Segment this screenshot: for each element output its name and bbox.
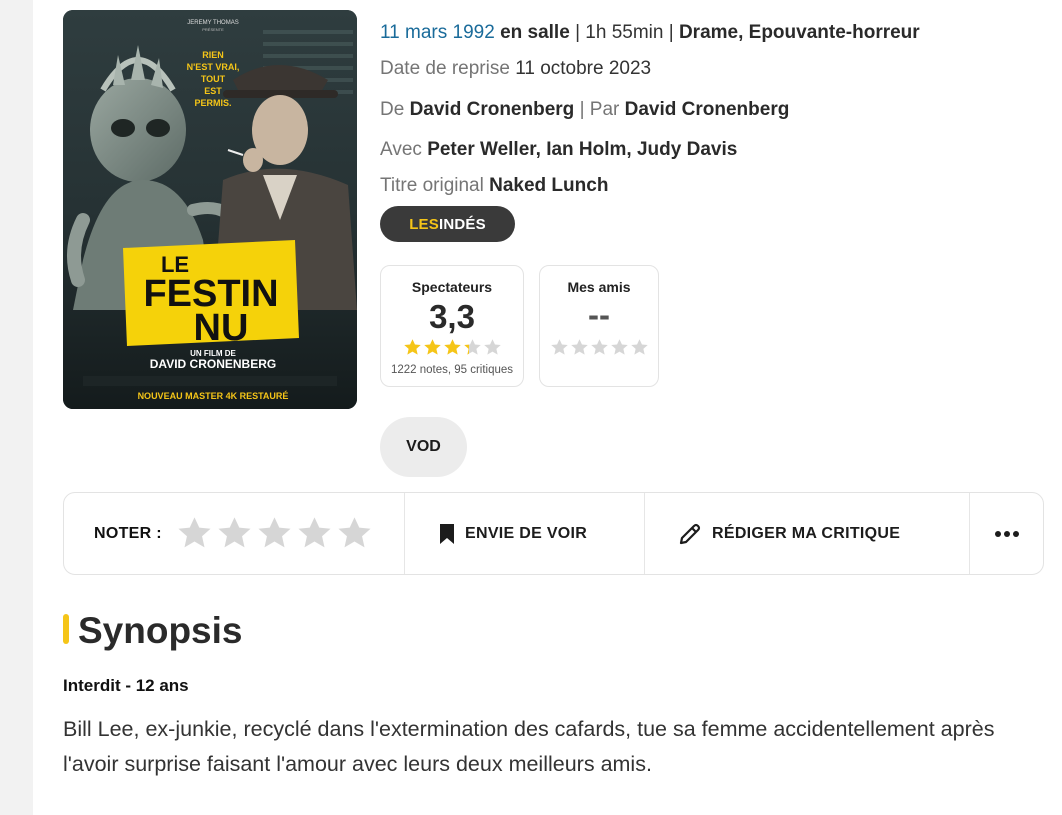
watchlist-button[interactable]: ENVIE DE VOIR [439,493,587,574]
poster-artwork: RIEN N'EST VRAI, TOUT EST PERMIS. JEREMY… [63,10,357,409]
poster-tagline-2: N'EST VRAI, [187,62,240,72]
write-review-button[interactable]: RÉDIGER MA CRITIQUE [678,493,900,574]
spectators-rating-card[interactable]: Spectateurs 3,3 1222 notes, 95 critiques [380,265,524,387]
poster-tagline-3: TOUT [201,74,226,84]
synopsis-accent-bar [63,614,69,644]
star-icon [550,339,568,355]
star-icon[interactable] [216,515,253,552]
rate-label: NOTER : [94,524,162,542]
director-link[interactable]: David Cronenberg [410,99,575,120]
separator: | [668,22,674,43]
release-context: en salle [500,22,570,43]
poster-tagline-4: EST [204,86,222,96]
credits-line: De David Cronenberg | Par David Cronenbe… [380,99,789,121]
more-dots-icon [995,530,1019,537]
poster-tagline-5: PERMIS. [194,98,231,108]
poster-top-credit: JEREMY THOMAS [187,20,238,26]
write-review-label: RÉDIGER MA CRITIQUE [712,524,901,542]
spectators-rating-title: Spectateurs [411,279,493,295]
star-icon [443,339,461,355]
cast-member-link[interactable]: Peter Weller [427,139,535,160]
cast-member-link[interactable]: Judy Davis [637,139,737,160]
vod-button[interactable]: VOD [380,417,467,477]
star-icon [403,339,421,355]
reissue-label: Date de reprise [380,58,510,79]
pencil-icon [679,523,701,544]
star-icon [590,339,608,355]
writer-prefix: Par [589,99,620,120]
spectators-rating-value: 3,3 [429,298,475,335]
star-icon [630,339,648,355]
star-icon[interactable] [256,515,293,552]
duration: 1h 55min [585,22,664,43]
original-title-label: Titre original [380,175,484,196]
separator: | [579,99,585,120]
cast-line: Avec Peter Weller, Ian Holm, Judy Davis [380,139,738,160]
friends-rating-title: Mes amis [567,279,631,295]
distributor-part1: LES [409,215,439,233]
star-icon[interactable] [336,515,373,552]
movie-poster[interactable]: RIEN N'EST VRAI, TOUT EST PERMIS. JEREMY… [63,10,357,409]
reissue-date: 11 octobre 2023 [515,58,652,79]
poster-title-line3: NU [194,307,249,349]
distributor-badge[interactable]: LES INDÉS [380,206,515,242]
reissue-line: Date de reprise 11 octobre 2023 [380,58,651,80]
synopsis-title: Synopsis [78,610,243,651]
poster-top-credit-sub: PRÉSENTE [202,27,224,32]
synopsis-text: Bill Lee, ex-junkie, recyclé dans l'exte… [63,717,995,776]
friends-stars [540,338,658,357]
divider [644,493,645,574]
rate-stars [176,515,376,552]
spectators-stars [381,338,523,357]
more-options-button[interactable] [970,493,1044,574]
divider [404,493,405,574]
director-prefix: De [380,99,405,120]
writer-link[interactable]: David Cronenberg [625,99,790,120]
original-title-line: Titre original Naked Lunch [380,175,608,197]
friends-rating-value: -- [588,296,610,333]
action-bar: NOTER : ENVIE DE VOIR RÉDIGER MA CRITIQU… [63,492,1044,575]
star-icon[interactable] [296,515,333,552]
release-date-link[interactable]: 11 mars 1992 [380,22,495,43]
bookmark-icon [440,523,454,544]
star-icon [423,339,441,355]
spectators-rating-count: 1222 notes, 95 critiques [390,364,514,376]
original-title: Naked Lunch [489,175,609,196]
star-icon [463,339,481,355]
watchlist-label: ENVIE DE VOIR [465,524,588,542]
star-icon[interactable] [176,515,213,552]
release-line: 11 mars 1992 en salle | 1h 55min | Drame… [380,22,920,44]
poster-director: DAVID CRONENBERG [150,357,276,371]
cast-member-link[interactable]: Ian Holm [546,139,626,160]
genres[interactable]: Drame, Epouvante-horreur [679,22,920,43]
poster-footer: NOUVEAU MASTER 4K RESTAURÉ [138,391,289,401]
age-rating: Interdit - 12 ans [63,676,189,695]
separator: | [575,22,580,43]
movie-page: RIEN N'EST VRAI, TOUT EST PERMIS. JEREMY… [33,0,1062,815]
distributor-part2: INDÉS [438,215,486,233]
poster-tagline-1: RIEN [202,50,224,60]
friends-rating-card[interactable]: Mes amis -- [539,265,659,387]
star-icon [610,339,628,355]
rate-section: NOTER : [94,493,376,574]
star-icon [483,339,501,355]
star-icon [570,339,588,355]
cast-prefix: Avec [380,139,422,160]
